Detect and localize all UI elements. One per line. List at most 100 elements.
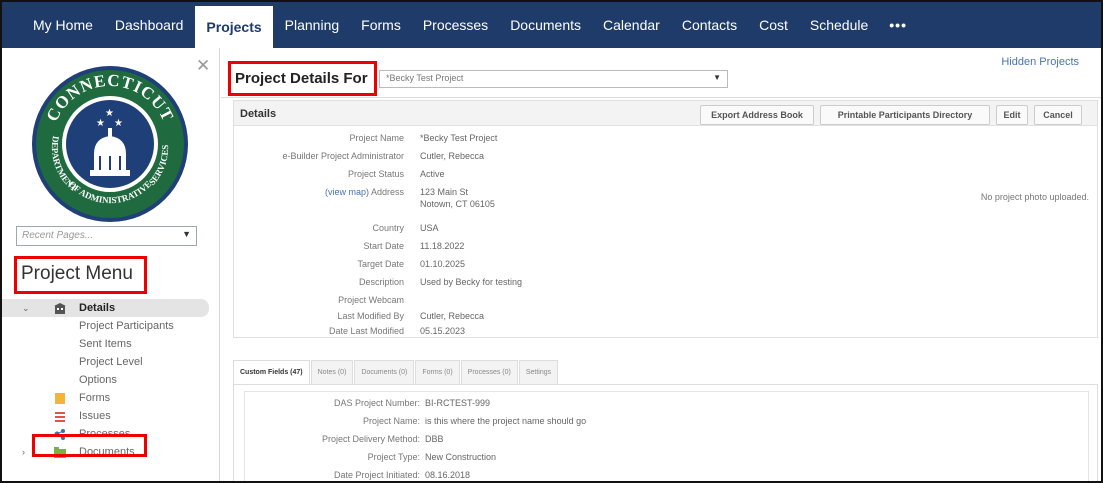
view-map-link[interactable]: (view map) bbox=[325, 187, 369, 197]
field-label: Project Status bbox=[347, 169, 404, 179]
tab-processes[interactable]: Processes (0) bbox=[460, 360, 518, 384]
recent-pages-select[interactable]: Recent Pages... ▼ bbox=[16, 226, 197, 246]
main-content: Hidden Projects Project Details For *Bec… bbox=[221, 48, 1101, 481]
nav-forms[interactable]: Forms bbox=[350, 2, 412, 48]
issues-icon bbox=[55, 411, 65, 422]
menu-item-forms[interactable]: Forms bbox=[2, 389, 220, 407]
custom-field-row: DAS Project Number: BI-RCTEST-999 bbox=[245, 398, 845, 412]
field-value: is this where the project name should go bbox=[425, 416, 587, 426]
field-value: USA bbox=[420, 223, 439, 233]
export-address-book-button[interactable]: Export Address Book bbox=[700, 105, 814, 125]
menu-item-label: Project Participants bbox=[79, 320, 174, 332]
close-sidebar-icon[interactable]: ✕ bbox=[196, 56, 210, 76]
field-project-name: Project Name *Becky Test Project bbox=[234, 133, 834, 147]
svg-text:★: ★ bbox=[96, 118, 105, 129]
field-value: 05.15.2023 bbox=[420, 326, 466, 336]
project-select-value: *Becky Test Project bbox=[386, 73, 464, 83]
tab-notes[interactable]: Notes (0) bbox=[310, 360, 354, 384]
field-label: Last Modified By bbox=[337, 311, 404, 321]
field-date-last-modified: Date Last Modified 05.15.2023 bbox=[234, 326, 834, 340]
printable-participants-directory-button[interactable]: Printable Participants Directory bbox=[820, 105, 990, 125]
details-header: Details Export Address Book Printable Pa… bbox=[233, 100, 1098, 126]
field-label: Date Project Initiated: bbox=[333, 470, 420, 480]
menu-item-label: Issues bbox=[79, 410, 111, 422]
nav-documents[interactable]: Documents bbox=[499, 2, 592, 48]
menu-item-project-participants[interactable]: Project Participants bbox=[2, 317, 220, 335]
dropdown-arrow-icon: ▼ bbox=[182, 229, 191, 239]
nav-dashboard[interactable]: Dashboard bbox=[104, 2, 195, 48]
field-label: Target Date bbox=[357, 259, 404, 269]
field-value: Used by Becky for testing bbox=[420, 277, 523, 287]
field-label: Project Name: bbox=[362, 416, 420, 426]
nav-planning[interactable]: Planning bbox=[274, 2, 351, 48]
field-label: Project Delivery Method: bbox=[321, 434, 420, 444]
hidden-projects-link[interactable]: Hidden Projects bbox=[1001, 56, 1079, 68]
field-label: Country bbox=[372, 223, 404, 233]
app-frame: My Home Dashboard Projects Planning Form… bbox=[0, 0, 1103, 483]
menu-item-sent-items[interactable]: Sent Items bbox=[2, 335, 220, 353]
tab-documents[interactable]: Documents (0) bbox=[354, 360, 415, 384]
collapse-arrow-icon[interactable]: ⌄ bbox=[22, 303, 30, 314]
menu-item-label: Sent Items bbox=[79, 338, 132, 350]
forms-icon bbox=[55, 392, 65, 404]
menu-item-label: Project Level bbox=[79, 356, 143, 368]
tab-settings[interactable]: Settings bbox=[518, 360, 559, 384]
field-address-line2: Notown, CT 06105 bbox=[234, 199, 834, 213]
nav-contacts[interactable]: Contacts bbox=[671, 2, 748, 48]
field-project-status: Project Status Active bbox=[234, 169, 834, 183]
project-select[interactable]: *Becky Test Project ▼ bbox=[379, 70, 728, 88]
dropdown-arrow-icon: ▼ bbox=[713, 73, 721, 82]
field-label: Address bbox=[370, 187, 404, 197]
svg-text:★: ★ bbox=[105, 108, 114, 119]
field-value: 08.16.2018 bbox=[425, 470, 471, 480]
field-label: Date Last Modified bbox=[328, 326, 404, 336]
tab-custom-fields[interactable]: Custom Fields (47) bbox=[233, 360, 310, 384]
tabs-section: Custom Fields (47) Notes (0) Documents (… bbox=[233, 360, 1098, 481]
details-body: Project Name *Becky Test Project e-Builde… bbox=[233, 126, 1098, 338]
tab-panel: DAS Project Number: BI-RCTEST-999 Project… bbox=[233, 384, 1098, 481]
custom-field-row: Project Delivery Method: DBB bbox=[245, 434, 845, 448]
menu-item-label: Options bbox=[79, 374, 117, 386]
field-last-modified-by: Last Modified By Cutler, Rebecca bbox=[234, 311, 834, 325]
field-value: BI-RCTEST-999 bbox=[425, 398, 491, 408]
menu-item-issues[interactable]: Issues bbox=[2, 407, 220, 425]
sidebar: ✕ CONNECTICUT DEPARTMENT SERVICES OF ADM… bbox=[2, 48, 220, 481]
expand-arrow-icon[interactable]: › bbox=[22, 447, 25, 457]
custom-field-row: Project Type: New Construction bbox=[245, 452, 845, 466]
building-icon bbox=[54, 302, 66, 314]
field-description: Description Used by Becky for testing bbox=[234, 277, 834, 291]
recent-pages-placeholder: Recent Pages... bbox=[22, 230, 94, 241]
nav-more-icon[interactable]: ••• bbox=[879, 2, 917, 48]
field-label: Description bbox=[358, 277, 404, 287]
svg-text:★: ★ bbox=[114, 118, 123, 129]
menu-item-label: Forms bbox=[79, 392, 111, 404]
menu-item-label: Details bbox=[79, 302, 116, 314]
field-start-date: Start Date 11.18.2022 bbox=[234, 241, 834, 255]
edit-button[interactable]: Edit bbox=[996, 105, 1028, 125]
field-value: Notown, CT 06105 bbox=[420, 199, 495, 209]
custom-field-row: Date Project Initiated: 08.16.2018 bbox=[245, 470, 845, 481]
field-label: Project Name bbox=[349, 133, 404, 143]
nav-schedule[interactable]: Schedule bbox=[799, 2, 879, 48]
nav-my-home[interactable]: My Home bbox=[22, 2, 104, 48]
details-section-title: Details bbox=[240, 108, 277, 120]
field-label: Start Date bbox=[363, 241, 404, 251]
menu-item-project-level-options-cont[interactable]: Options bbox=[2, 371, 220, 389]
custom-fields-list: DAS Project Number: BI-RCTEST-999 Project… bbox=[244, 391, 1089, 481]
project-menu-title: Project Menu bbox=[14, 256, 147, 294]
tab-bar: Custom Fields (47) Notes (0) Documents (… bbox=[233, 360, 559, 384]
nav-cost[interactable]: Cost bbox=[748, 2, 799, 48]
menu-item-project-level-options[interactable]: Project Level bbox=[2, 353, 220, 371]
nav-projects[interactable]: Projects bbox=[194, 2, 274, 48]
menu-item-details[interactable]: ⌄ Details bbox=[2, 299, 209, 317]
nav-processes[interactable]: Processes bbox=[412, 2, 499, 48]
tab-forms[interactable]: Forms (0) bbox=[415, 360, 460, 384]
field-value: DBB bbox=[425, 434, 444, 444]
field-label: DAS Project Number: bbox=[333, 398, 420, 408]
field-project-webcam: Project Webcam bbox=[234, 295, 834, 309]
processes-highlight-box bbox=[32, 434, 147, 457]
nav-calendar[interactable]: Calendar bbox=[592, 2, 671, 48]
field-administrator: e-Builder Project Administrator Cutler, R… bbox=[234, 151, 834, 165]
cancel-button[interactable]: Cancel bbox=[1034, 105, 1082, 125]
field-country: Country USA bbox=[234, 223, 834, 237]
